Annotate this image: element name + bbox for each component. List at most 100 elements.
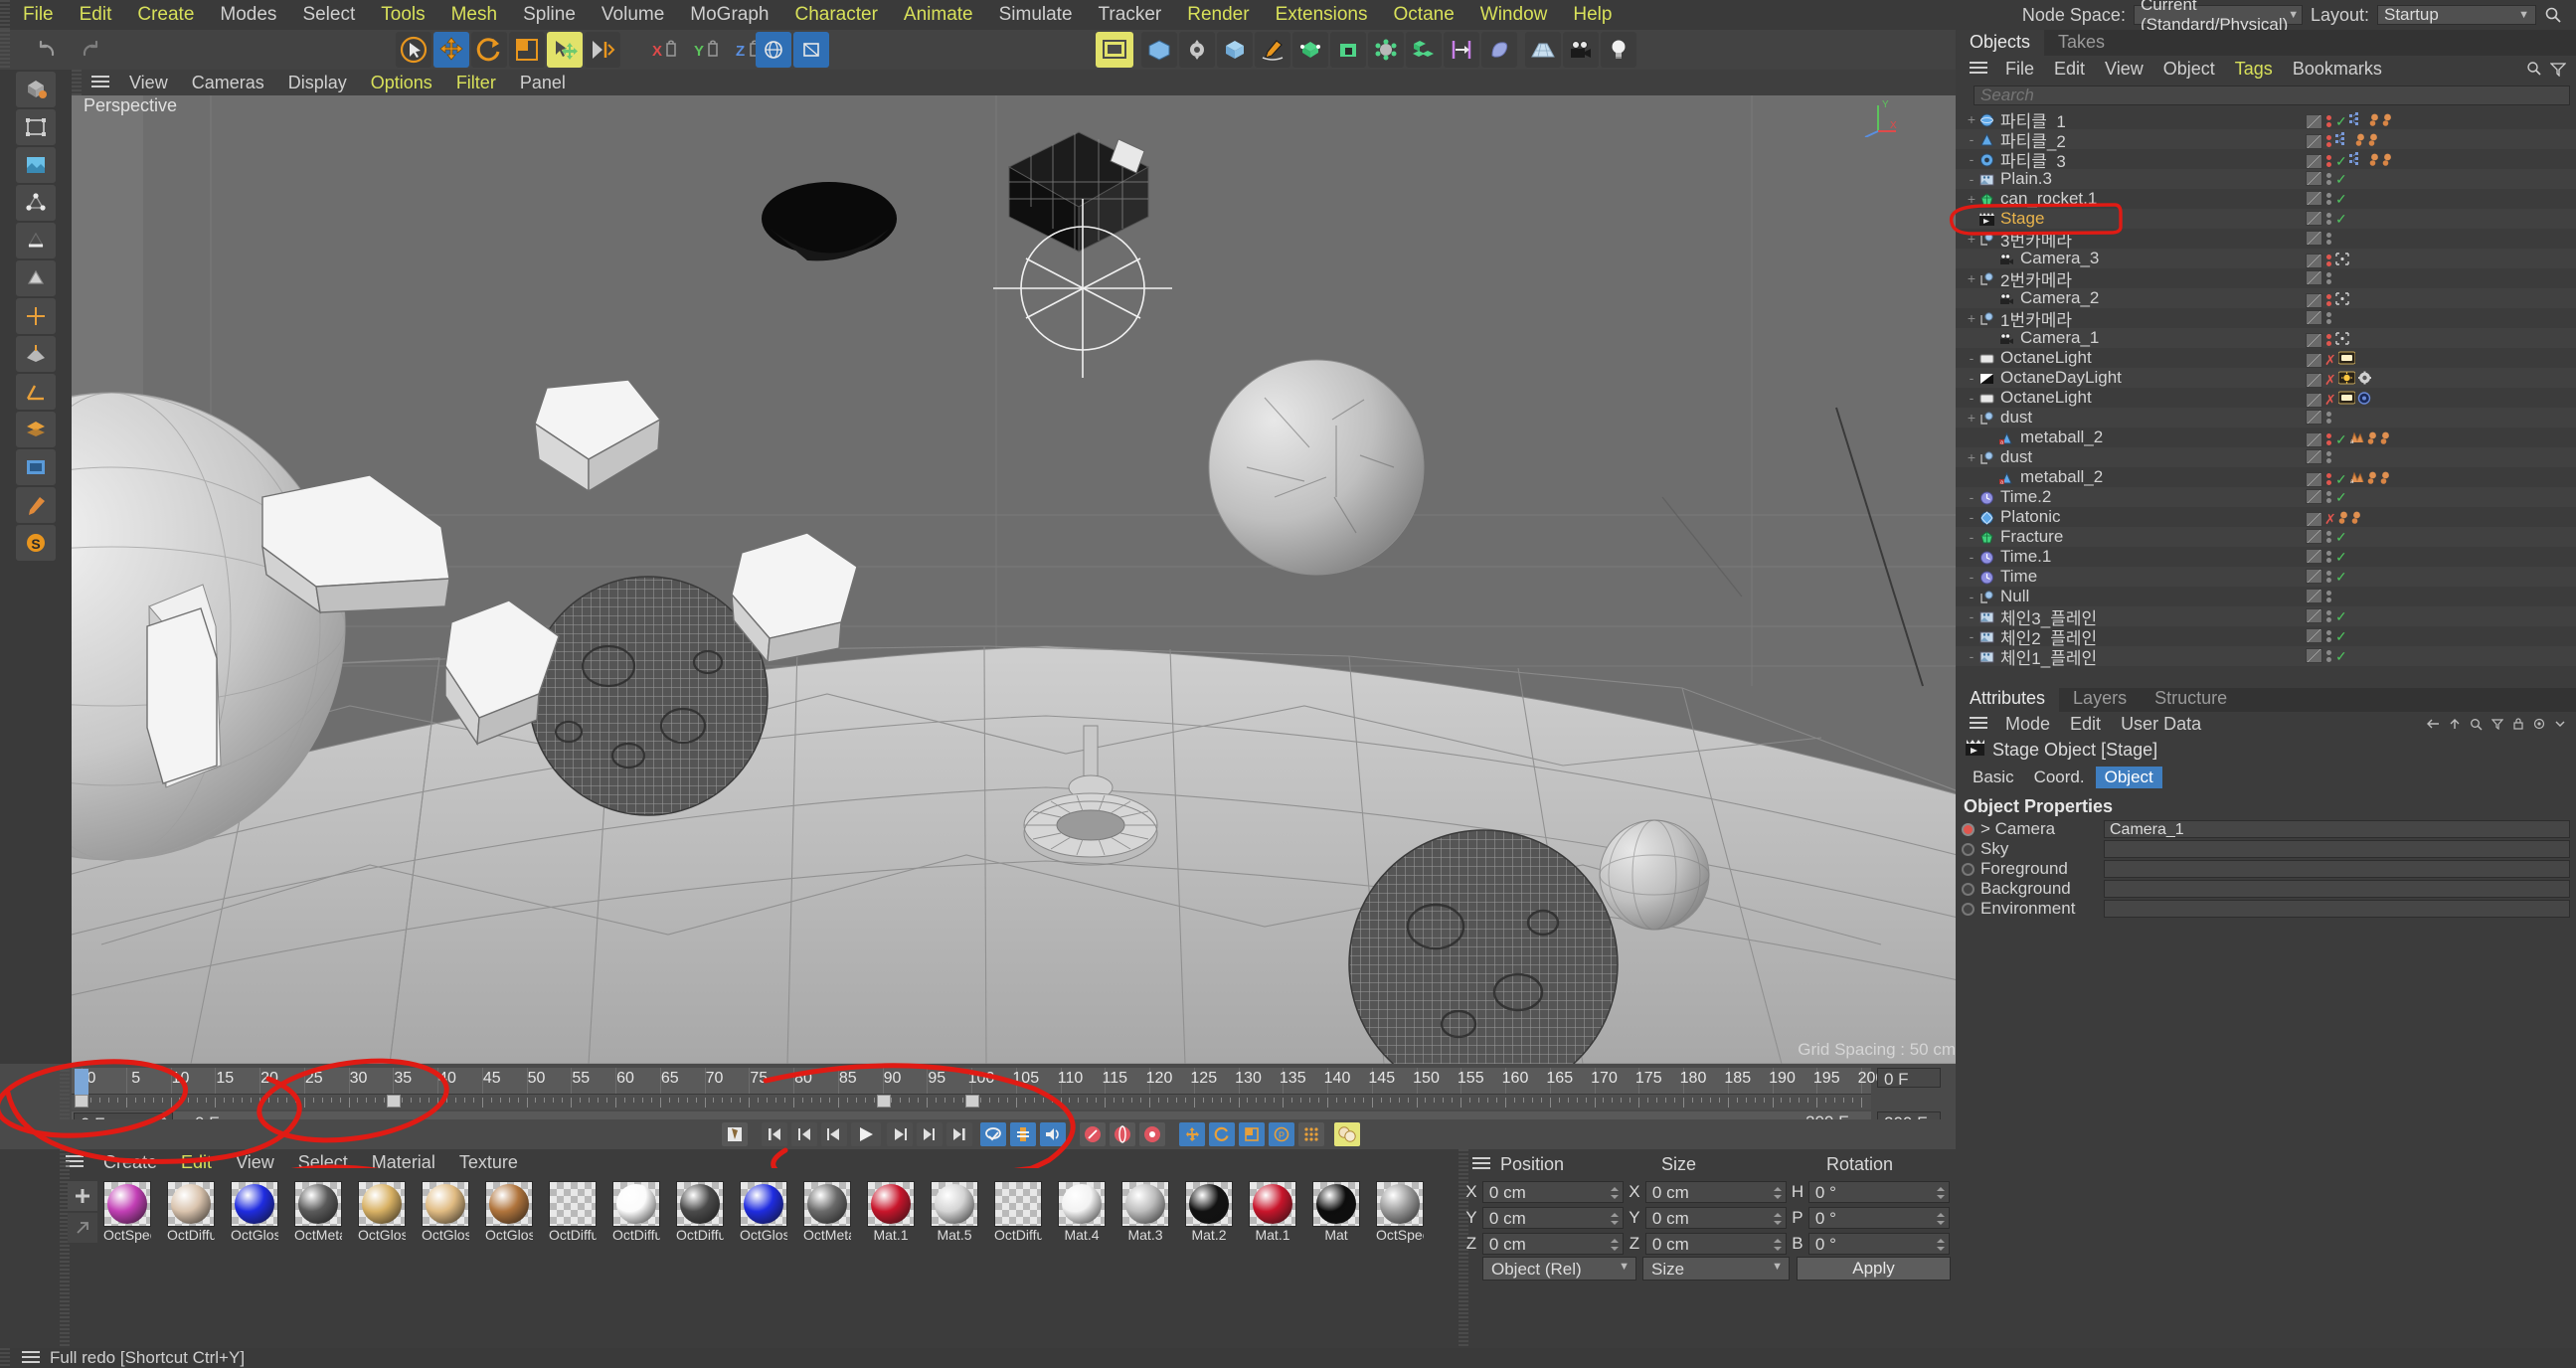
camera-button[interactable] xyxy=(1563,32,1599,68)
material-menu-item-texture[interactable]: Texture xyxy=(447,1152,530,1173)
up-arrow-icon[interactable] xyxy=(2449,718,2461,730)
tag-render-icon[interactable] xyxy=(2306,449,2322,464)
viewport-menu-item-display[interactable]: Display xyxy=(276,73,359,93)
go-to-start-button[interactable] xyxy=(762,1122,787,1146)
world-object-axis-toggle[interactable] xyxy=(585,32,620,68)
object-tree-row[interactable]: + dust xyxy=(1956,447,2576,467)
mograph-tag-icon[interactable] xyxy=(2348,111,2367,131)
object-tree-row[interactable]: - OctaneLight ✗ xyxy=(1956,388,2576,408)
mograph-tag-icon[interactable] xyxy=(2335,131,2353,151)
tag-render-icon[interactable] xyxy=(2306,133,2322,149)
toolbar-grip[interactable] xyxy=(0,30,10,70)
object-sort-icon[interactable] xyxy=(2550,61,2566,77)
material-item[interactable]: Mat.1 xyxy=(1249,1181,1296,1243)
visibility-dots[interactable] xyxy=(2326,490,2331,503)
spinner-icon[interactable] xyxy=(1936,1185,1946,1199)
collapse-icon[interactable]: - xyxy=(1964,509,1979,525)
material-tag-icon[interactable] xyxy=(2369,151,2380,171)
viewport-menu-grip[interactable] xyxy=(72,70,82,95)
spinner-icon[interactable] xyxy=(1610,1185,1620,1199)
menu-item-help[interactable]: Help xyxy=(1560,4,1625,26)
menu-grip[interactable] xyxy=(0,0,10,30)
collapse-icon[interactable]: - xyxy=(1964,549,1979,565)
go-to-end-button[interactable] xyxy=(946,1122,972,1146)
material-item[interactable]: Mat.2 xyxy=(1185,1181,1233,1243)
collapse-icon[interactable]: - xyxy=(1964,569,1979,585)
viewport-menu-item-view[interactable]: View xyxy=(117,73,180,93)
tag-render-icon[interactable] xyxy=(2306,410,2322,425)
menu-item-create[interactable]: Create xyxy=(124,4,207,26)
material-thumbnail[interactable] xyxy=(1376,1181,1424,1227)
light-tag-icon[interactable] xyxy=(2337,390,2356,410)
node-space-select[interactable]: Current (Standard/Physical) ▼ xyxy=(2133,0,2303,34)
expand-icon[interactable]: + xyxy=(1964,410,1979,426)
object-filter-icon[interactable] xyxy=(2526,61,2542,77)
collapse-icon[interactable]: - xyxy=(1964,131,1979,147)
object-tree-row[interactable]: - Time.1 ✓ xyxy=(1956,547,2576,567)
range-start-handle[interactable] xyxy=(75,1095,88,1108)
target-tag-icon[interactable] xyxy=(2335,290,2349,310)
material-thumbnail[interactable] xyxy=(1121,1181,1169,1227)
material-thumbnail[interactable] xyxy=(1185,1181,1233,1227)
tag-render-icon[interactable] xyxy=(2306,608,2322,623)
collapse-icon[interactable]: - xyxy=(1964,390,1979,406)
material-item[interactable]: Mat.3 xyxy=(1121,1181,1169,1243)
visibility-dots[interactable] xyxy=(2326,570,2331,583)
material-tag-icon[interactable] xyxy=(2380,469,2391,489)
attribute-value-field[interactable] xyxy=(2104,840,2570,858)
pin-icon[interactable] xyxy=(2533,718,2545,730)
hamburger-icon[interactable] xyxy=(82,72,117,93)
record-button[interactable] xyxy=(1080,1122,1106,1146)
keyframe-settings-button[interactable] xyxy=(1139,1122,1165,1146)
tag-render-icon[interactable] xyxy=(2306,171,2322,186)
record-param-toggle[interactable]: P xyxy=(1269,1122,1294,1146)
cloner-button[interactable] xyxy=(1406,32,1442,68)
object-tree-row[interactable]: +1번카메라 xyxy=(1956,308,2576,330)
collapse-icon[interactable]: - xyxy=(1964,648,1979,664)
timeline-marker[interactable] xyxy=(876,1095,891,1108)
record-rotate-toggle[interactable] xyxy=(1209,1122,1235,1146)
menu-item-octane[interactable]: Octane xyxy=(1381,4,1467,26)
attribute-value-field[interactable] xyxy=(2104,880,2570,898)
object-menu-item-file[interactable]: File xyxy=(1995,59,2044,80)
tag-render-icon[interactable] xyxy=(2306,270,2322,285)
enabled-check-icon[interactable]: ✓ xyxy=(2335,154,2347,168)
material-thumbnail[interactable] xyxy=(803,1181,851,1227)
material-item[interactable]: OctDiffu xyxy=(167,1181,215,1243)
rotation-p-field[interactable]: 0 ° xyxy=(1807,1207,1950,1229)
timeline-ruler[interactable]: 0 5 10 15 20 25 30 35 40 45 50 55 60 65 70 75 80 85 90 95 10… xyxy=(72,1068,1884,1094)
lock-x-axis-button[interactable]: X xyxy=(646,32,682,68)
menu-item-character[interactable]: Character xyxy=(781,4,890,26)
material-menu-item-edit[interactable]: Edit xyxy=(169,1152,224,1173)
viewport-menu-item-options[interactable]: Options xyxy=(359,73,444,93)
tag-render-icon[interactable] xyxy=(2306,511,2322,527)
tag-render-icon[interactable] xyxy=(2306,471,2322,487)
spline-pen-button[interactable] xyxy=(1255,32,1290,68)
viewport-3d[interactable]: Grid Spacing : 50 cm Y X xyxy=(72,70,1956,1064)
lock-y-axis-button[interactable]: Y xyxy=(688,32,724,68)
spinner-icon[interactable] xyxy=(1773,1211,1783,1225)
attributes-tab-attributes[interactable]: Attributes xyxy=(1956,686,2060,712)
object-coordinates-toggle[interactable] xyxy=(793,32,829,68)
collapse-icon[interactable] xyxy=(2554,718,2566,730)
record-active-objects-button[interactable] xyxy=(722,1122,748,1146)
tag-render-icon[interactable] xyxy=(2306,153,2322,169)
enabled-check-icon[interactable]: ✓ xyxy=(2335,172,2347,186)
collapse-icon[interactable]: - xyxy=(1964,171,1979,187)
object-tree-row[interactable]: - Time.2 ✓ xyxy=(1956,487,2576,507)
octane-tag-icon[interactable] xyxy=(2357,370,2372,390)
target-circle-icon[interactable] xyxy=(2357,390,2371,410)
object-tree-row[interactable]: a metaball_2 ✓ a xyxy=(1956,467,2576,487)
hamburger-icon[interactable] xyxy=(10,1348,50,1368)
visibility-dots[interactable] xyxy=(2326,232,2331,245)
tag-render-icon[interactable] xyxy=(2306,392,2322,408)
snap-button[interactable] xyxy=(1444,32,1479,68)
world-coordinates-toggle[interactable] xyxy=(756,32,791,68)
tool-texture-mode[interactable] xyxy=(16,147,56,183)
attributes-subtab-coord[interactable]: Coord. xyxy=(2025,767,2094,788)
target-tag-icon[interactable] xyxy=(2335,251,2349,270)
tool-layers[interactable] xyxy=(16,412,56,447)
tool-viewport-solo[interactable] xyxy=(16,449,56,485)
point-level-animation-button[interactable] xyxy=(1298,1122,1324,1146)
live-selection-tool[interactable] xyxy=(396,32,431,68)
